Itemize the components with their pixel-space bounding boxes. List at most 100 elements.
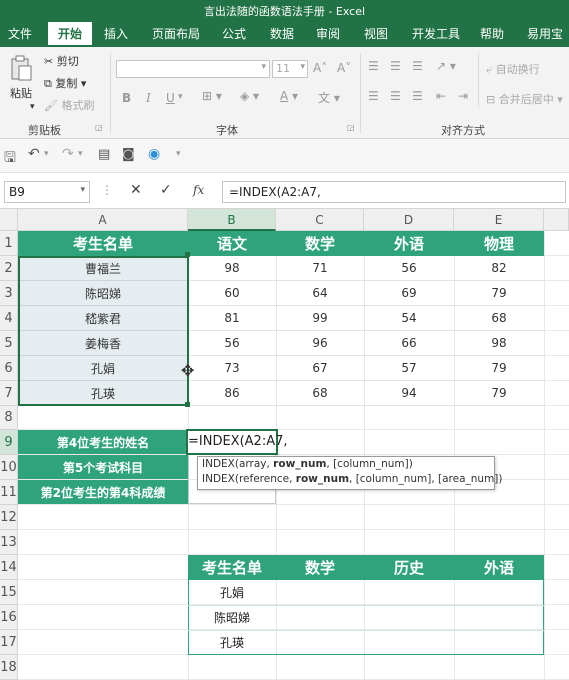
table2-name-cell[interactable]: 孔娟 xyxy=(188,580,276,605)
row-header-13[interactable]: 13 xyxy=(0,530,18,555)
decrease-font-icon[interactable]: A˅ xyxy=(337,61,351,75)
row-header-14[interactable]: 14 xyxy=(0,555,18,580)
row-header-10[interactable]: 10 xyxy=(0,455,18,480)
undo-icon[interactable]: ↶ xyxy=(28,146,40,162)
row-header-17[interactable]: 17 xyxy=(0,630,18,655)
score-cell[interactable]: 56 xyxy=(188,331,276,356)
italic-button[interactable]: I xyxy=(146,91,151,105)
name-box-dropdown-icon[interactable]: ▾ xyxy=(80,185,85,195)
align-right-icon[interactable]: ☰ xyxy=(412,89,423,103)
column-header-c[interactable]: C xyxy=(276,209,364,231)
row-header-11[interactable]: 11 xyxy=(0,480,18,505)
redo-dropdown-icon[interactable]: ▾ xyxy=(78,149,83,159)
select-all-corner[interactable] xyxy=(0,209,18,231)
row-header-16[interactable]: 16 xyxy=(0,605,18,630)
table2-name-cell[interactable]: 孔瑛 xyxy=(188,630,276,655)
active-cell-b9[interactable]: =INDEX(A2:A7, xyxy=(186,429,288,455)
selection-handle[interactable] xyxy=(185,252,190,257)
borders-icon[interactable]: ⊞ ▾ xyxy=(202,89,222,103)
score-cell[interactable]: 57 xyxy=(364,356,454,381)
increase-font-icon[interactable]: A˄ xyxy=(313,61,327,75)
camera-icon[interactable]: ◙ xyxy=(122,147,135,162)
form-icon[interactable]: ▤ xyxy=(98,147,110,162)
enter-icon[interactable]: ✓ xyxy=(160,182,172,198)
score-cell[interactable]: 68 xyxy=(276,381,364,406)
align-center-icon[interactable]: ☰ xyxy=(390,89,401,103)
middle-align-icon[interactable]: ☰ xyxy=(390,59,401,73)
align-left-icon[interactable]: ☰ xyxy=(368,89,379,103)
column-header-e[interactable]: E xyxy=(454,209,544,231)
tab-view[interactable]: 视图 xyxy=(356,22,396,47)
row-header-3[interactable]: 3 xyxy=(0,281,18,306)
table2-name-cell[interactable]: 陈昭娣 xyxy=(188,605,276,630)
font-size-select[interactable]: 11 ▾ xyxy=(272,60,308,78)
score-cell[interactable]: 67 xyxy=(276,356,364,381)
circle-app-icon[interactable]: ◉ xyxy=(148,146,160,162)
row-header-1[interactable]: 1 xyxy=(0,231,18,256)
student-name-cell[interactable]: 姜梅香 xyxy=(18,331,188,356)
format-painter-button[interactable]: 🖌 格式刷 xyxy=(44,97,94,113)
row-header-9[interactable]: 9 xyxy=(0,430,18,455)
score-cell[interactable]: 66 xyxy=(364,331,454,356)
bottom-align-icon[interactable]: ☰ xyxy=(412,59,423,73)
redo-icon[interactable]: ↷ xyxy=(62,146,74,162)
score-cell[interactable]: 73 xyxy=(188,356,276,381)
score-cell[interactable]: 99 xyxy=(276,306,364,331)
tab-home[interactable]: 开始 xyxy=(48,22,92,47)
column-header-f[interactable] xyxy=(544,209,569,231)
tab-data[interactable]: 数据 xyxy=(262,22,302,47)
row-header-2[interactable]: 2 xyxy=(0,256,18,281)
score-cell[interactable]: 71 xyxy=(276,256,364,281)
insert-function-icon[interactable]: fx xyxy=(193,183,204,197)
table2-header-cell[interactable]: 数学 xyxy=(276,555,364,580)
score-cell[interactable]: 96 xyxy=(276,331,364,356)
undo-dropdown-icon[interactable]: ▾ xyxy=(44,149,49,159)
score-cell[interactable]: 79 xyxy=(454,356,544,381)
question-label[interactable]: 第4位考生的姓名 xyxy=(18,430,188,454)
question-label[interactable]: 第5个考试科目 xyxy=(18,455,188,479)
score-cell[interactable]: 86 xyxy=(188,381,276,406)
tab-help[interactable]: 帮助 xyxy=(474,22,510,47)
wrap-text-button[interactable]: ⤶ 自动换行 xyxy=(486,61,540,77)
score-cell[interactable]: 56 xyxy=(364,256,454,281)
font-color-icon[interactable]: A ▾ xyxy=(280,89,298,103)
row-header-6[interactable]: 6 xyxy=(0,356,18,381)
table-header-cell[interactable]: 考生名单 xyxy=(18,231,188,256)
customize-qat-icon[interactable]: ▾ xyxy=(176,149,181,159)
decrease-indent-icon[interactable]: ⇤ xyxy=(436,89,446,103)
table2-header-cell[interactable]: 历史 xyxy=(364,555,454,580)
score-cell[interactable]: 79 xyxy=(454,281,544,306)
student-name-cell[interactable]: 孔娟 xyxy=(18,356,188,381)
row-header-12[interactable]: 12 xyxy=(0,505,18,530)
tab-insert[interactable]: 插入 xyxy=(96,22,136,47)
score-cell[interactable]: 98 xyxy=(188,256,276,281)
merge-center-button[interactable]: ⊟ 合并后居中 ▾ xyxy=(486,91,563,107)
table2-header-cell[interactable]: 外语 xyxy=(454,555,544,580)
bold-button[interactable]: B xyxy=(122,91,131,105)
font-launcher-icon[interactable]: ◲ xyxy=(347,123,355,132)
score-cell[interactable]: 64 xyxy=(276,281,364,306)
underline-dropdown-icon[interactable]: ▾ xyxy=(178,92,183,102)
score-cell[interactable]: 98 xyxy=(454,331,544,356)
cancel-icon[interactable]: ✕ xyxy=(130,182,142,198)
student-name-cell[interactable]: 嵇紫君 xyxy=(18,306,188,331)
score-cell[interactable]: 82 xyxy=(454,256,544,281)
score-cell[interactable]: 81 xyxy=(188,306,276,331)
formula-input[interactable]: =INDEX(A2:A7, xyxy=(222,181,566,203)
phonetic-icon[interactable]: 文 ▾ xyxy=(318,89,340,106)
function-tooltip[interactable]: INDEX(array, row_num, [column_num]) INDE… xyxy=(197,456,503,490)
increase-indent-icon[interactable]: ⇥ xyxy=(458,89,468,103)
selection-handle[interactable] xyxy=(185,402,190,407)
row-header-4[interactable]: 4 xyxy=(0,306,18,331)
column-header-b[interactable]: B xyxy=(188,209,276,231)
row-header-5[interactable]: 5 xyxy=(0,331,18,356)
score-cell[interactable]: 68 xyxy=(454,306,544,331)
underline-button[interactable]: U xyxy=(166,91,175,105)
tooltip-syntax-array[interactable]: INDEX(array, row_num, [column_num]) xyxy=(198,457,494,472)
tab-review[interactable]: 审阅 xyxy=(310,22,346,47)
row-header-18[interactable]: 18 xyxy=(0,655,18,680)
column-header-d[interactable]: D xyxy=(364,209,454,231)
fill-color-icon[interactable]: ◈ ▾ xyxy=(240,89,259,103)
cut-button[interactable]: ✂ 剪切 xyxy=(44,53,79,69)
tab-page-layout[interactable]: 页面布局 xyxy=(144,22,208,47)
